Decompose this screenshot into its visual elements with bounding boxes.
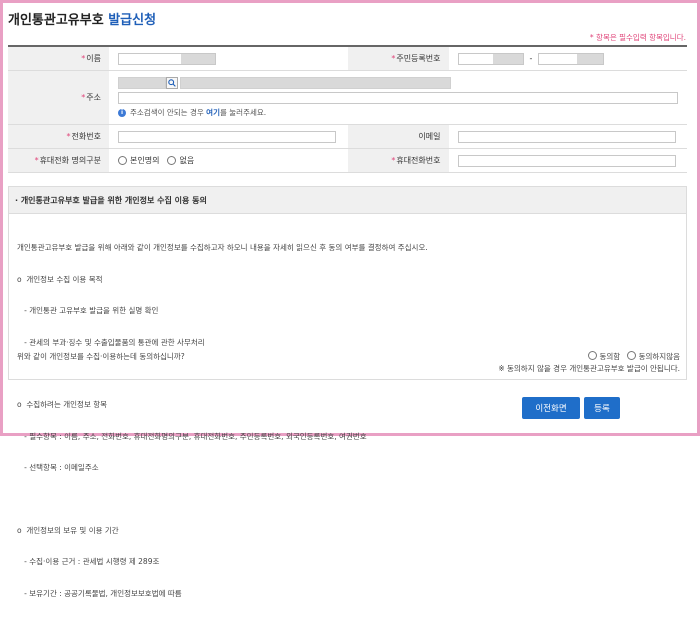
agree-radio[interactable] xyxy=(587,351,597,360)
mobile-input[interactable] xyxy=(457,154,676,167)
rrn-separator: - xyxy=(529,54,533,63)
info-icon: i xyxy=(118,108,126,117)
address-help: i 주소검색이 안되는 경우 여기 를 눌러주세요. xyxy=(118,107,266,118)
consent-box: · 개인통관고유부호 발급을 위한 개인정보 수집 이용 동의 개인통관고유부호… xyxy=(8,186,687,598)
consent-options: 동의함 동의하지않음 xyxy=(587,351,680,362)
row-address: * 주소 i 주소검색이 안되는 경우 여기 를 눌러주세요. xyxy=(8,71,687,125)
mobile-owner-label: * 휴대전화 명의구분 xyxy=(8,149,109,172)
prev-button[interactable]: 이전화면 xyxy=(522,397,580,419)
required-note: * 항목은 필수입력 항목입니다. xyxy=(589,33,686,42)
rrn-back-input[interactable] xyxy=(538,52,605,65)
address-detail-input[interactable] xyxy=(118,92,678,104)
zipcode-input[interactable] xyxy=(118,77,166,89)
rrn-front-input[interactable] xyxy=(457,52,524,65)
search-icon xyxy=(168,79,176,87)
row-phone-email: * 전화번호 이메일 xyxy=(8,125,687,149)
email-label: 이메일 xyxy=(347,125,449,148)
consent-heading: · 개인통관고유부호 발급을 위한 개인정보 수집 이용 동의 xyxy=(9,187,686,214)
consent-warning: ※ 동의하지 않을 경우 개인통관고유부호 발급이 안됩니다. xyxy=(498,364,680,373)
mobile-owner-none-radio[interactable] xyxy=(167,156,177,165)
rrn-label: * 주민등록번호 xyxy=(347,47,449,70)
address-search-button[interactable] xyxy=(166,77,178,89)
name-label: * 이름 xyxy=(8,47,109,70)
submit-button[interactable]: 등록 xyxy=(584,397,620,419)
page-title: 개인통관고유부호 발급신청 xyxy=(8,9,156,28)
name-input[interactable] xyxy=(118,52,216,65)
email-input[interactable] xyxy=(457,130,676,143)
row-name-rrn: * 이름 * 주민등록번호 - xyxy=(8,47,687,71)
address-label: * 주소 xyxy=(8,71,109,124)
phone-label: * 전화번호 xyxy=(8,125,109,148)
address-base-input[interactable] xyxy=(180,77,451,89)
application-form: * 이름 * 주민등록번호 - * 주소 i 주소검색이 안되는 경우 여기 를… xyxy=(8,45,687,173)
mobile-owner-self-radio[interactable] xyxy=(118,156,127,165)
mobile-label: * 휴대전화번호 xyxy=(347,149,449,172)
row-mobile: * 휴대전화 명의구분 본인명의 없음 * 휴대전화번호 xyxy=(8,149,687,173)
phone-input[interactable] xyxy=(118,130,336,143)
page-title-main: 개인통관고유부호 xyxy=(8,13,104,28)
address-help-link[interactable]: 여기 xyxy=(206,107,220,118)
page-title-accent: 발급신청 xyxy=(108,13,157,28)
consent-question: 위와 같이 개인정보를 수집·이용하는데 동의하십니까? xyxy=(17,352,185,361)
disagree-radio[interactable] xyxy=(626,351,636,360)
